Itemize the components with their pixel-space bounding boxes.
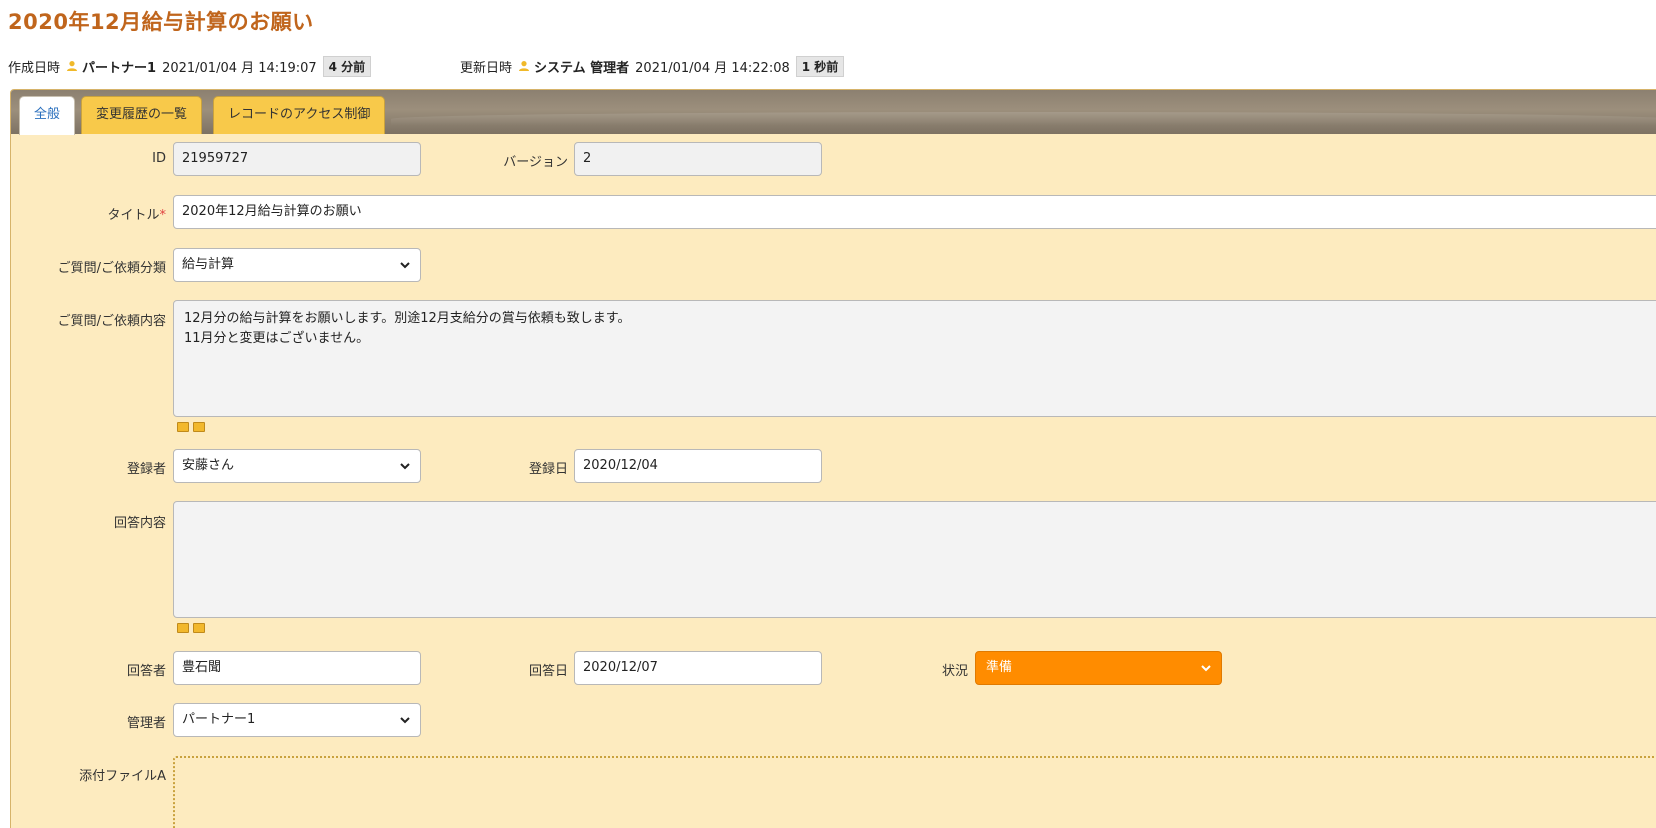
required-mark: *	[159, 208, 167, 223]
status-label: 状況	[941, 664, 968, 679]
chevron-down-icon	[1201, 665, 1211, 672]
chevron-down-icon	[400, 717, 410, 724]
registrant-value: 安藤さん	[182, 458, 235, 473]
content-label: ご質問/ご依頼内容	[57, 314, 166, 329]
registrant-label: 登録者	[126, 462, 166, 477]
created-info: 作成日時 パートナー1 2021/01/04 月 14:19:07 4 分前	[8, 56, 372, 77]
manager-value: パートナー1	[182, 712, 256, 727]
manager-select[interactable]: パートナー1	[173, 703, 421, 737]
title-input[interactable]: 2020年12月給与計算のお願い	[173, 195, 1656, 229]
created-time: 2021/01/04 月 14:19:07	[162, 61, 317, 76]
answer-date-input[interactable]: 2020/12/07	[574, 651, 822, 685]
chevron-down-icon	[400, 262, 410, 269]
answer-date-label: 回答日	[528, 664, 568, 679]
tab-change-history[interactable]: 変更履歴の一覧	[81, 96, 203, 134]
title-label-text: タイトル	[107, 208, 160, 223]
id-label: ID	[152, 151, 166, 166]
answerer-input[interactable]: 豊石聞	[173, 651, 421, 685]
attachment-icon[interactable]	[193, 623, 205, 633]
version-field: 2	[574, 142, 822, 176]
updated-ago-badge: 1 秒前	[795, 56, 845, 77]
category-label: ご質問/ご依頼分類	[57, 261, 166, 276]
manager-label: 管理者	[126, 716, 166, 731]
status-select[interactable]: 準備	[975, 651, 1222, 685]
answer-tools	[177, 623, 205, 633]
answer-label: 回答内容	[113, 516, 166, 531]
registrant-select[interactable]: 安藤さん	[173, 449, 421, 483]
content-line-1: 12月分の給与計算をお願いします。別途12月支給分の賞与依頼も致します。	[184, 311, 631, 326]
created-user[interactable]: パートナー1	[82, 57, 156, 76]
id-field: 21959727	[173, 142, 421, 176]
tab-access-control[interactable]: レコードのアクセス制御	[213, 96, 386, 134]
content-line-2: 11月分と変更はございません。	[184, 331, 370, 346]
updated-time: 2021/01/04 月 14:22:08	[635, 61, 790, 76]
title-label: タイトル*	[60, 204, 166, 223]
tab-bar: 全般 変更履歴の一覧 レコードのアクセス制御	[11, 90, 1656, 135]
content-tools	[177, 422, 205, 432]
tab-bar-decoration	[391, 112, 1656, 126]
attachment-a-dropzone[interactable]	[173, 756, 1656, 828]
answer-textarea[interactable]	[173, 501, 1656, 618]
page-title: 2020年12月給与計算のお願い	[8, 10, 314, 34]
updated-user[interactable]: システム 管理者	[534, 57, 629, 76]
category-select[interactable]: 給与計算	[173, 248, 421, 282]
user-icon	[519, 60, 530, 71]
updated-label: 更新日時	[460, 61, 513, 76]
attachment-a-label: 添付ファイルA	[79, 769, 166, 784]
created-label: 作成日時	[8, 61, 61, 76]
content-textarea[interactable]: 12月分の給与計算をお願いします。別途12月支給分の賞与依頼も致します。 11月…	[173, 300, 1656, 417]
created-ago-badge: 4 分前	[322, 56, 372, 77]
version-label: バージョン	[503, 155, 568, 170]
reg-date-label: 登録日	[528, 462, 568, 477]
chevron-down-icon	[400, 463, 410, 470]
status-value: 準備	[986, 660, 1013, 675]
tab-general[interactable]: 全般	[19, 96, 76, 135]
image-icon[interactable]	[177, 422, 189, 432]
category-value: 給与計算	[182, 257, 235, 272]
reg-date-input[interactable]: 2020/12/04	[574, 449, 822, 483]
image-icon[interactable]	[177, 623, 189, 633]
attachment-icon[interactable]	[193, 422, 205, 432]
user-icon	[67, 60, 78, 71]
updated-info: 更新日時 システム 管理者 2021/01/04 月 14:22:08 1 秒前	[460, 56, 845, 77]
answerer-label: 回答者	[126, 664, 166, 679]
